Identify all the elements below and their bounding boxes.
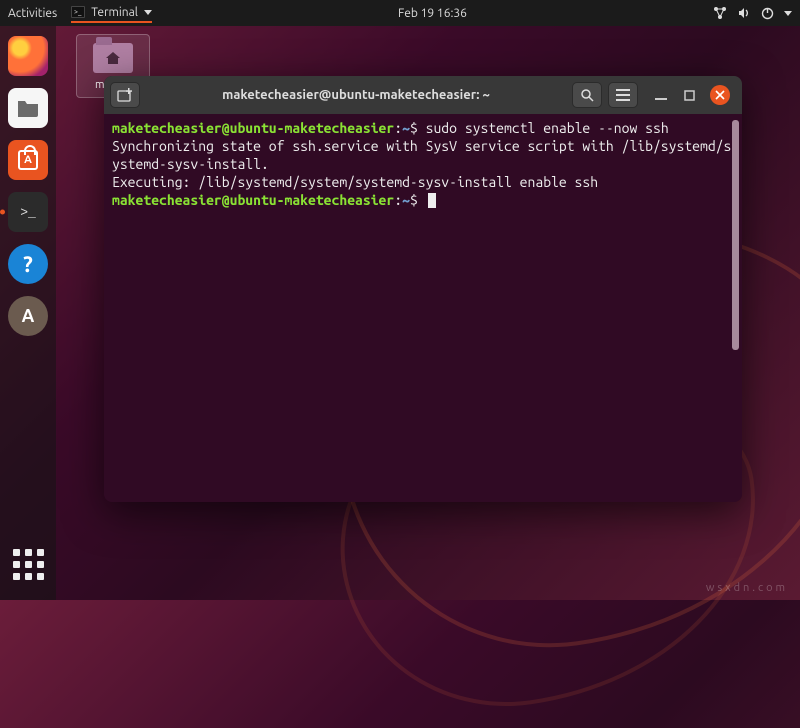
hamburger-icon <box>616 89 630 101</box>
updater-icon: A <box>8 296 48 336</box>
app-menu-label: Terminal <box>91 6 138 19</box>
maximize-icon <box>684 90 695 101</box>
menu-button[interactable] <box>608 82 638 108</box>
software-icon <box>8 140 48 180</box>
clock[interactable]: Feb 19 16:36 <box>152 7 713 20</box>
firefox-icon <box>8 36 48 76</box>
dock-item-help[interactable]: ? <box>6 242 50 286</box>
dock-item-firefox[interactable] <box>6 34 50 78</box>
watermark: wsxdn.com <box>706 582 788 594</box>
minimize-button[interactable] <box>654 88 668 102</box>
minimize-icon <box>655 89 667 101</box>
activities-button[interactable]: Activities <box>8 7 57 20</box>
chevron-down-icon <box>784 11 792 16</box>
terminal-window: maketecheasier@ubuntu-maketecheasier: ~ … <box>104 76 742 502</box>
help-icon: ? <box>8 244 48 284</box>
terminal-icon: >_ <box>8 192 48 232</box>
new-tab-button[interactable] <box>110 82 140 108</box>
dock: >_ ? A <box>0 26 56 600</box>
system-menu[interactable] <box>713 6 792 20</box>
search-icon <box>580 88 594 102</box>
chevron-down-icon <box>144 10 152 15</box>
terminal-output-line: Synchronizing state of ssh.service with … <box>112 138 734 174</box>
cursor <box>428 193 436 208</box>
dock-item-updater[interactable]: A <box>6 294 50 338</box>
files-icon <box>8 88 48 128</box>
volume-icon <box>737 6 751 20</box>
folder-icon <box>93 43 133 73</box>
search-button[interactable] <box>572 82 602 108</box>
top-bar: Activities >_ Terminal Feb 19 16:36 <box>0 0 800 26</box>
app-menu[interactable]: >_ Terminal <box>71 6 152 23</box>
terminal-prompt-line: maketecheasier@ubuntu-maketecheasier:~$ … <box>112 120 734 138</box>
terminal-icon: >_ <box>71 6 85 18</box>
close-button[interactable] <box>710 85 730 105</box>
terminal-body[interactable]: maketecheasier@ubuntu-maketecheasier:~$ … <box>104 114 742 502</box>
network-icon <box>713 6 727 20</box>
terminal-output-line: Executing: /lib/systemd/system/systemd-s… <box>112 174 734 192</box>
power-icon <box>761 7 774 20</box>
show-applications-button[interactable] <box>6 542 50 586</box>
new-tab-icon <box>117 88 133 102</box>
window-title: maketecheasier@ubuntu-maketecheasier: ~ <box>146 88 566 102</box>
titlebar[interactable]: maketecheasier@ubuntu-maketecheasier: ~ <box>104 76 742 114</box>
terminal-prompt-line: maketecheasier@ubuntu-maketecheasier:~$ <box>112 192 734 210</box>
dock-item-software[interactable] <box>6 138 50 182</box>
svg-text:>_: >_ <box>74 8 82 16</box>
close-icon <box>715 90 725 100</box>
dock-item-files[interactable] <box>6 86 50 130</box>
maximize-button[interactable] <box>682 88 696 102</box>
dock-item-terminal[interactable]: >_ <box>6 190 50 234</box>
scrollbar-thumb[interactable] <box>732 120 739 350</box>
apps-grid-icon <box>13 549 44 580</box>
